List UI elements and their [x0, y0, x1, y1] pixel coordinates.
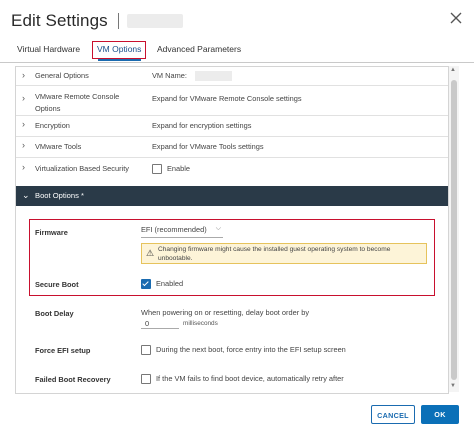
chevron-right-icon: ›	[22, 119, 25, 129]
row-virtualization-security[interactable]: › Virtualization Based Security Enable	[16, 157, 448, 186]
failed-boot-recovery-text: If the VM fails to find boot device, aut…	[156, 374, 344, 383]
highlight-box	[29, 219, 435, 296]
redacted-vm-name-value	[194, 71, 232, 82]
row-label: VMware Tools	[35, 142, 82, 151]
redacted-vm-name	[126, 14, 183, 28]
ok-button[interactable]: OK	[421, 405, 459, 424]
scrollbar-thumb[interactable]	[451, 80, 457, 380]
row-encryption[interactable]: › Encryption Expand for encryption setti…	[16, 115, 448, 137]
row-label: Virtualization Based Security	[35, 164, 129, 173]
failed-boot-recovery-label: Failed Boot Recovery	[35, 375, 111, 384]
failed-boot-recovery-checkbox[interactable]	[141, 374, 151, 385]
row-value: Expand for VMware Remote Console setting…	[152, 94, 302, 103]
chevron-right-icon: ›	[22, 70, 25, 80]
edit-settings-dialog: Edit Settings Virtual Hardware VM Option…	[0, 0, 474, 432]
row-general-options[interactable]: › General Options VM Name:	[16, 67, 448, 86]
tab-highlight-box	[92, 41, 146, 59]
row-label: VMware Remote Console Options	[35, 92, 120, 113]
vbs-checkbox[interactable]	[152, 164, 162, 175]
row-value: Expand for VMware Tools settings	[152, 142, 264, 151]
force-efi-checkbox[interactable]	[141, 345, 151, 356]
force-efi-text: During the next boot, force entry into t…	[156, 345, 346, 354]
scroll-up-icon[interactable]: ▲	[450, 67, 456, 73]
settings-panel: › General Options VM Name: › VMware Remo…	[15, 66, 449, 394]
row-remote-console[interactable]: › VMware Remote Console Options Expand f…	[16, 85, 448, 116]
row-value: Expand for encryption settings	[152, 121, 252, 130]
dialog-header: Edit Settings	[11, 10, 183, 32]
tab-virtual-hardware[interactable]: Virtual Hardware	[17, 44, 80, 54]
force-efi-option[interactable]: During the next boot, force entry into t…	[141, 345, 346, 356]
failed-boot-recovery-option[interactable]: If the VM fails to find boot device, aut…	[141, 374, 344, 385]
chevron-right-icon: ›	[22, 162, 25, 172]
boot-options-label: Boot Options *	[35, 191, 84, 200]
chevron-right-icon: ›	[22, 140, 25, 150]
vbs-enable-label: Enable	[167, 164, 191, 173]
boot-delay-text: When powering on or resetting, delay boo…	[141, 308, 310, 317]
close-icon[interactable]	[449, 11, 463, 25]
boot-delay-label: Boot Delay	[35, 309, 74, 318]
boot-delay-input[interactable]: 0	[141, 319, 179, 329]
row-label: Encryption	[35, 121, 70, 130]
row-value: VM Name:	[152, 70, 232, 82]
boot-options-header[interactable]: ⌄ Boot Options *	[16, 186, 448, 206]
tab-advanced-parameters[interactable]: Advanced Parameters	[157, 44, 241, 54]
vbs-enable-option[interactable]: Enable	[152, 163, 190, 175]
title-separator	[117, 13, 119, 29]
active-tab-indicator	[98, 59, 141, 61]
chevron-down-icon: ⌄	[22, 190, 30, 200]
row-label: General Options	[35, 71, 89, 80]
force-efi-label: Force EFI setup	[35, 346, 91, 355]
vm-name-label: VM Name:	[152, 71, 187, 80]
row-vmware-tools[interactable]: › VMware Tools Expand for VMware Tools s…	[16, 136, 448, 158]
dialog-title: Edit Settings	[11, 11, 108, 30]
boot-delay-unit: milliseconds	[183, 320, 218, 327]
tab-bar: Virtual Hardware VM Options Advanced Par…	[0, 40, 474, 63]
cancel-button[interactable]: CANCEL	[371, 405, 415, 424]
scroll-down-icon[interactable]: ▼	[450, 383, 456, 389]
chevron-right-icon: ›	[22, 93, 25, 103]
